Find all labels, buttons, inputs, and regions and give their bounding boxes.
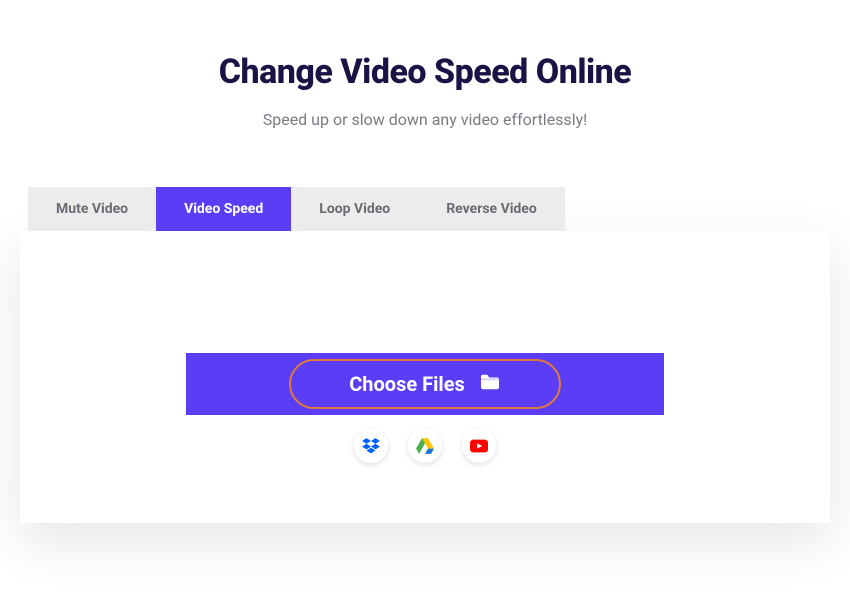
source-youtube[interactable] xyxy=(462,429,496,463)
tab-loop-video[interactable]: Loop Video xyxy=(291,187,418,231)
page-subtitle: Speed up or slow down any video effortle… xyxy=(0,110,850,129)
page-title: Change Video Speed Online xyxy=(0,52,850,92)
tab-mute-video[interactable]: Mute Video xyxy=(28,187,156,231)
source-dropbox[interactable] xyxy=(354,429,388,463)
choose-files-text: Choose Files xyxy=(349,372,465,396)
tool-tabs: Mute Video Video Speed Loop Video Revers… xyxy=(28,187,850,231)
source-buttons xyxy=(354,429,496,463)
folder-icon xyxy=(479,372,501,396)
choose-files-button[interactable]: Choose Files xyxy=(186,353,664,415)
dropbox-icon xyxy=(362,438,380,454)
google-drive-icon xyxy=(416,438,434,454)
source-google-drive[interactable] xyxy=(408,429,442,463)
youtube-icon xyxy=(470,439,488,453)
upload-card: Choose Files xyxy=(20,231,830,523)
tab-reverse-video[interactable]: Reverse Video xyxy=(418,187,565,231)
tab-video-speed[interactable]: Video Speed xyxy=(156,187,291,231)
choose-files-label: Choose Files xyxy=(349,372,501,396)
